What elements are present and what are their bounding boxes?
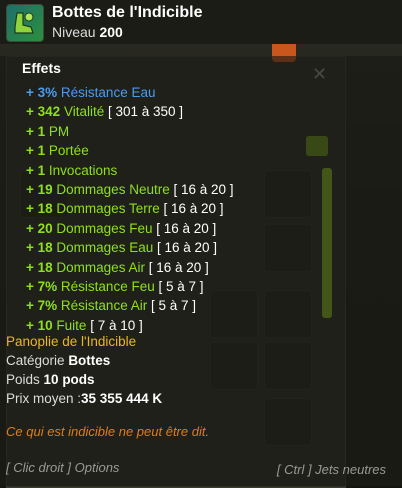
effect-name: Dommages Air [56, 259, 145, 275]
effect-row: + 18 Dommages Air [ 16 à 20 ] [26, 258, 234, 277]
item-tooltip: Bottes de l'Indicible Niveau 200 Effets … [0, 0, 402, 486]
effect-name: Dommages Feu [56, 220, 153, 236]
effect-value: + 342 [26, 104, 61, 120]
effect-range: [ 16 à 20 ] [163, 201, 224, 217]
effect-value: + 10 [26, 317, 53, 333]
level-label: Niveau [52, 24, 96, 40]
right-click-hint: [ Clic droit ] Options [6, 460, 120, 475]
effect-range: [ 301 à 350 ] [107, 104, 184, 120]
effect-row: + 20 Dommages Feu [ 16 à 20 ] [26, 219, 234, 238]
effect-value: + 7% [26, 278, 58, 294]
boots-icon [6, 4, 44, 42]
tooltip-header: Bottes de l'Indicible Niveau 200 [0, 0, 402, 44]
effect-name: Résistance Eau [60, 85, 156, 100]
effect-value: + 1 [26, 162, 46, 178]
effect-row: + 1 PM [26, 122, 234, 141]
effect-row: + 342 Vitalité [ 301 à 350 ] [26, 102, 234, 121]
effect-name: Dommages Neutre [56, 181, 170, 197]
effect-row: + 10 Fuite [ 7 à 10 ] [26, 316, 234, 335]
effect-value: + 18 [26, 259, 53, 275]
effects-list: + 3% Résistance Eau + 342 Vitalité [ 301 … [26, 83, 234, 335]
effect-name: Portée [48, 143, 89, 159]
effect-value: + 18 [26, 240, 53, 256]
effect-value: + 19 [26, 181, 53, 197]
effect-range: [ 16 à 20 ] [156, 240, 218, 256]
price-label: Prix moyen : [6, 391, 82, 406]
effect-range: [ 5 à 7 ] [158, 278, 204, 294]
level-value: 200 [99, 24, 123, 40]
effect-name: PM [48, 123, 70, 139]
category-row: Catégorie Bottes [6, 353, 110, 368]
effect-range: [ 7 à 10 ] [90, 317, 143, 333]
effect-row: + 19 Dommages Neutre [ 16 à 20 ] [26, 180, 234, 199]
effect-range: [ 5 à 7 ] [150, 298, 197, 314]
item-description: Ce qui est indicible ne peut être dit. [6, 424, 210, 439]
effect-range: [ 16 à 20 ] [156, 220, 217, 236]
effect-row: + 1 Invocations [26, 161, 234, 180]
effect-range: [ 16 à 20 ] [173, 181, 234, 197]
effect-value: + 3% [26, 85, 58, 100]
price-row: Prix moyen :35 355 444 K [6, 391, 162, 406]
effect-row: + 18 Dommages Terre [ 16 à 20 ] [26, 199, 234, 218]
weight-row: Poids 10 pods [6, 372, 95, 387]
category-label: Catégorie [6, 353, 65, 368]
effect-value: + 18 [26, 201, 53, 217]
price-value: 35 355 444 K [81, 391, 163, 406]
effect-name: Résistance Feu [60, 278, 155, 294]
item-name: Bottes de l'Indicible [52, 4, 203, 21]
effect-name: Résistance Air [60, 298, 148, 314]
effect-value: + 1 [26, 123, 46, 139]
ctrl-hint: [ Ctrl ] Jets neutres [276, 462, 386, 477]
weight-label: Poids [6, 372, 40, 387]
effect-row: + 18 Dommages Eau [ 16 à 20 ] [26, 238, 234, 257]
effect-name: Dommages Eau [56, 240, 154, 256]
effect-range: [ 16 à 20 ] [148, 259, 209, 275]
item-level: Niveau 200 [52, 24, 123, 40]
effect-value: + 7% [26, 298, 58, 314]
effect-value: + 1 [26, 143, 46, 159]
effect-name: Dommages Terre [56, 201, 160, 217]
effect-row: + 1 Portée [26, 141, 234, 160]
effects-title: Effets [22, 60, 61, 76]
effect-value: + 20 [26, 220, 53, 236]
effect-row: + 7% Résistance Air [ 5 à 7 ] [26, 296, 234, 315]
effect-name: Vitalité [63, 104, 105, 120]
effect-row: + 7% Résistance Feu [ 5 à 7 ] [26, 277, 234, 296]
effect-row: + 3% Résistance Eau [26, 83, 234, 102]
set-name[interactable]: Panoplie de l'Indicible [6, 334, 136, 349]
effect-name: Invocations [48, 162, 118, 178]
effect-name: Fuite [56, 317, 87, 333]
category-value: Bottes [68, 353, 111, 368]
weight-value: 10 pods [43, 372, 95, 387]
